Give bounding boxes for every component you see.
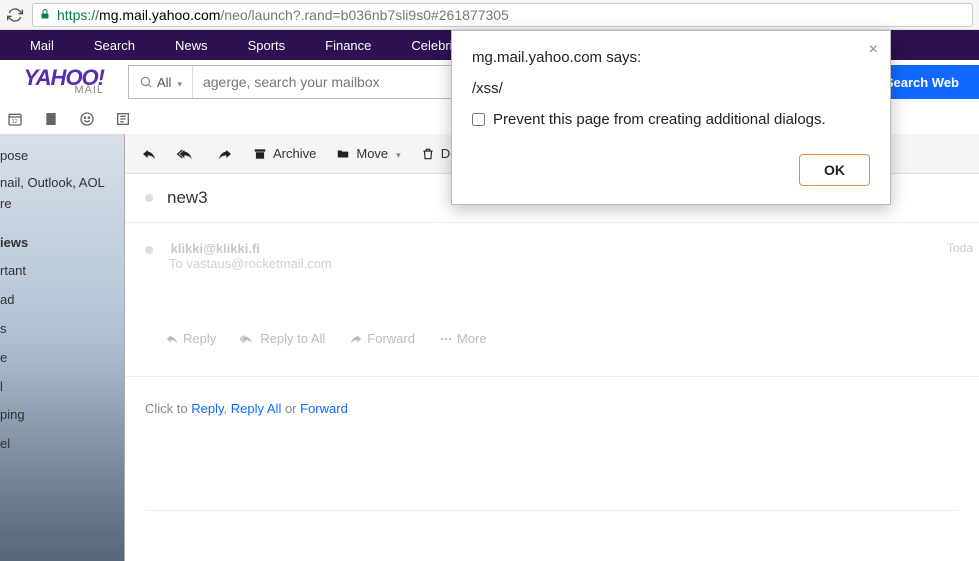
divider — [145, 510, 959, 511]
url-field[interactable]: https://mg.mail.yahoo.com/neo/launch?.ra… — [32, 3, 973, 27]
sidebar-item[interactable]: l — [0, 373, 124, 402]
chevron-down-icon — [394, 146, 401, 161]
ok-button[interactable]: OK — [799, 154, 870, 186]
sidebar-item[interactable]: ping — [0, 401, 124, 430]
message-header: klikki@klikki.fi To vastaus@rocketmail.c… — [125, 222, 979, 366]
lock-icon — [39, 7, 51, 23]
url-host: mg.mail.yahoo.com — [99, 7, 220, 23]
sidebar-item[interactable]: e — [0, 344, 124, 373]
prevent-dialogs-checkbox[interactable]: Prevent this page from creating addition… — [472, 111, 870, 128]
news-icon[interactable] — [114, 110, 132, 128]
browser-url-bar: https://mg.mail.yahoo.com/neo/launch?.ra… — [0, 0, 979, 30]
inline-action-bar: Reply Reply to All Forward More — [165, 331, 959, 346]
reply-link[interactable]: Reply — [191, 401, 223, 416]
message-date: Toda — [947, 241, 973, 255]
move-button[interactable]: Move — [336, 146, 400, 161]
chevron-down-icon — [175, 75, 182, 90]
nav-search[interactable]: Search — [94, 38, 135, 53]
yahoo-mail-logo[interactable]: YAHOO! MAIL — [4, 69, 104, 95]
dialog-message: /xss/ — [472, 80, 870, 97]
nav-news[interactable]: News — [175, 38, 208, 53]
prevent-checkbox-input[interactable] — [472, 113, 485, 126]
compose-button[interactable]: pose — [0, 142, 124, 169]
reply-prompt: Click to Reply, Reply All or Forward — [125, 376, 979, 440]
sidebar-item[interactable]: el — [0, 430, 124, 459]
reload-icon[interactable] — [6, 6, 24, 24]
sender-address[interactable]: klikki@klikki.fi — [171, 241, 260, 256]
sidebar-item[interactable]: rtant — [0, 257, 124, 286]
email-subject: new3 — [167, 188, 208, 208]
recipient-address[interactable]: vastaus@rocketmail.com — [186, 256, 331, 271]
recipient-line: To vastaus@rocketmail.com — [169, 256, 959, 271]
nav-sports[interactable]: Sports — [248, 38, 286, 53]
reply-all-link[interactable]: Reply All — [231, 401, 282, 416]
calendar-icon[interactable]: 12 — [6, 110, 24, 128]
sidebar-views-header: iews — [0, 229, 124, 258]
nav-mail[interactable]: Mail — [30, 38, 54, 53]
forward-link[interactable]: Forward — [300, 401, 348, 416]
more-action[interactable]: More — [439, 331, 487, 346]
reply-all-action[interactable]: Reply to All — [240, 331, 325, 346]
search-scope-label: All — [157, 75, 171, 90]
url-protocol: https:// — [57, 7, 99, 23]
sidebar-item[interactable]: ad — [0, 286, 124, 315]
sidebar-item[interactable]: s — [0, 315, 124, 344]
dialog-title: mg.mail.yahoo.com says: — [472, 49, 870, 66]
emoji-icon[interactable] — [78, 110, 96, 128]
js-alert-dialog: × mg.mail.yahoo.com says: /xss/ Prevent … — [451, 30, 891, 205]
archive-button[interactable]: Archive — [253, 146, 316, 161]
search-scope-dropdown[interactable]: All — [129, 66, 193, 98]
notepad-icon[interactable] — [42, 110, 60, 128]
sidebar-import[interactable]: nail, Outlook, AOL re — [0, 169, 124, 219]
forward-icon[interactable] — [217, 146, 233, 162]
unread-dot-icon — [145, 246, 153, 254]
reply-all-icon[interactable] — [177, 146, 197, 162]
nav-finance[interactable]: Finance — [325, 38, 371, 53]
unread-dot-icon — [145, 194, 153, 202]
forward-action[interactable]: Forward — [349, 331, 415, 346]
search-icon — [139, 75, 153, 89]
reply-icon[interactable] — [141, 146, 157, 162]
url-path: /neo/launch?.rand=b036nb7sli9s0#26187730… — [220, 7, 508, 23]
svg-text:12: 12 — [12, 119, 18, 125]
reply-action[interactable]: Reply — [165, 331, 216, 346]
sidebar: pose nail, Outlook, AOL re iews rtant ad… — [0, 134, 125, 561]
logo-sub: MAIL — [74, 86, 104, 95]
close-icon[interactable]: × — [869, 41, 878, 59]
